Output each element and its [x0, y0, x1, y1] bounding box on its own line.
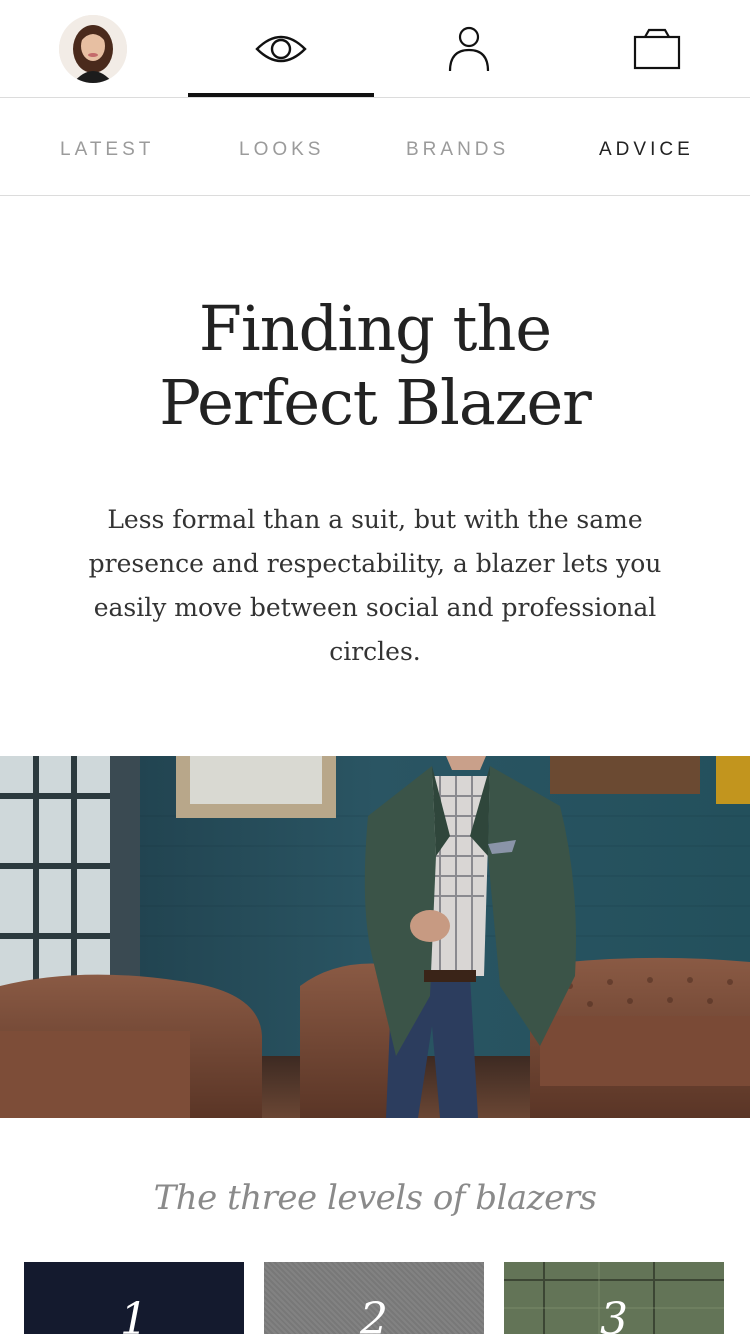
- article-intro: Less formal than a suit, but with the sa…: [88, 505, 662, 666]
- article-title-line-2: Perfect Blazer: [159, 366, 592, 439]
- blazer-level-card[interactable]: 2: [264, 1262, 484, 1334]
- article-title: Finding the Perfect Blazer: [0, 292, 750, 440]
- blazer-level-card[interactable]: 3: [504, 1262, 724, 1334]
- blazer-level-card[interactable]: 1: [24, 1262, 244, 1334]
- top-nav-bar: [0, 0, 750, 98]
- category-looks[interactable]: LOOKS: [239, 98, 324, 196]
- level-number: 1: [120, 1294, 148, 1334]
- discover-tab[interactable]: [188, 0, 374, 98]
- category-brands[interactable]: BRANDS: [406, 98, 509, 196]
- user-icon: [448, 26, 490, 72]
- blazer-levels: 1 2 3: [0, 1262, 750, 1334]
- level-number: 3: [600, 1294, 628, 1334]
- section-title: The three levels of blazers: [153, 1178, 597, 1218]
- eye-icon: [255, 35, 307, 63]
- hero-image: [0, 756, 750, 1118]
- shopping-bag-icon: [633, 28, 681, 70]
- category-nav: LATEST LOOKS BRANDS ADVICE: [0, 98, 750, 196]
- level-number: 2: [360, 1294, 388, 1334]
- avatar: [59, 15, 127, 83]
- active-tab-indicator: [188, 93, 374, 97]
- profile-avatar-button[interactable]: [0, 0, 186, 98]
- category-advice[interactable]: ADVICE: [599, 98, 694, 196]
- account-tab[interactable]: [376, 0, 562, 98]
- category-latest[interactable]: LATEST: [60, 98, 154, 196]
- shopping-bag-tab[interactable]: [564, 0, 750, 98]
- article-title-line-1: Finding the: [198, 292, 552, 365]
